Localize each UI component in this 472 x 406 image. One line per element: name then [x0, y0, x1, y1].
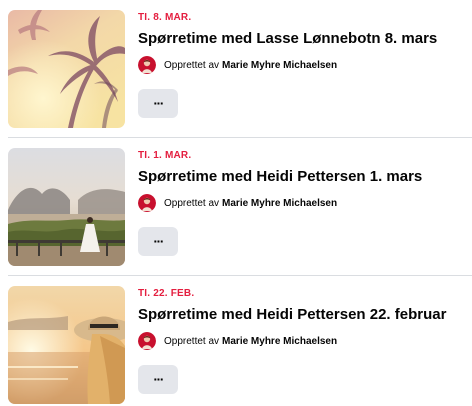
avatar[interactable] [138, 56, 156, 74]
creator-name[interactable]: Marie Myhre Michaelsen [222, 198, 337, 209]
event-creator: Opprettet av Marie Myhre Michaelsen [138, 55, 472, 75]
woman-with-hat-beach-photo [8, 286, 125, 404]
event-title[interactable]: Spørretime med Lasse Lønnebotn 8. mars [138, 30, 472, 48]
more-options-button[interactable]: ··· [138, 227, 178, 256]
more-options-button[interactable]: ··· [138, 89, 178, 118]
event-info: TI. 22. FEB. Spørretime med Heidi Petter… [138, 288, 472, 394]
event-info: TI. 1. MAR. Spørretime med Heidi Petters… [138, 150, 472, 256]
palm-sunset-photo [8, 10, 125, 128]
event-date: TI. 1. MAR. [138, 150, 192, 161]
event-creator: Opprettet av Marie Myhre Michaelsen [138, 193, 472, 213]
event-date: TI. 22. FEB. [138, 288, 195, 299]
event-info: TI. 8. MAR. Spørretime med Lasse Lønnebo… [138, 12, 472, 118]
created-by-prefix: Opprettet av [164, 335, 220, 347]
event-image[interactable] [8, 148, 125, 266]
event-list: TI. 8. MAR. Spørretime med Lasse Lønnebo… [0, 0, 472, 404]
more-options-button[interactable]: ··· [138, 365, 178, 394]
avatar[interactable] [138, 332, 156, 350]
created-by-prefix: Opprettet av [164, 59, 220, 71]
event-title[interactable]: Spørretime med Heidi Pettersen 22. febru… [138, 306, 472, 324]
creator-name[interactable]: Marie Myhre Michaelsen [222, 60, 337, 71]
event-item[interactable]: TI. 22. FEB. Spørretime med Heidi Petter… [0, 276, 472, 406]
creator-name[interactable]: Marie Myhre Michaelsen [222, 336, 337, 347]
event-title[interactable]: Spørretime med Heidi Pettersen 1. mars [138, 168, 472, 186]
event-creator: Opprettet av Marie Myhre Michaelsen [138, 331, 472, 351]
event-item[interactable]: TI. 8. MAR. Spørretime med Lasse Lønnebo… [0, 0, 472, 130]
woman-on-terrace-photo [8, 148, 125, 266]
event-image[interactable] [8, 286, 125, 404]
event-image[interactable] [8, 10, 125, 128]
avatar[interactable] [138, 194, 156, 212]
event-item[interactable]: TI. 1. MAR. Spørretime med Heidi Petters… [0, 138, 472, 268]
created-by-prefix: Opprettet av [164, 197, 220, 209]
event-date: TI. 8. MAR. [138, 12, 192, 23]
